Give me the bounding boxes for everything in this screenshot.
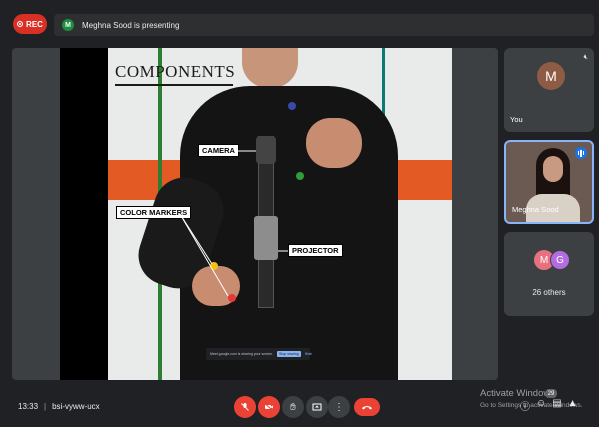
avatar: G [550, 250, 570, 270]
meeting-code[interactable]: bsi-vyww-ucx [52, 402, 100, 411]
raise-hand-button[interactable]: ✋︎ [282, 396, 304, 418]
avatar: M [537, 62, 565, 90]
recording-badge[interactable]: REC [13, 14, 47, 34]
top-bar: REC M Meghna Sood is presenting [0, 0, 599, 44]
camera-toggle-button[interactable] [258, 396, 280, 418]
camera-off-icon [264, 403, 273, 411]
record-icon [17, 21, 24, 27]
participant-tile-you[interactable]: M 🔇︎ You [504, 48, 594, 132]
more-options-icon: ⋮ [334, 401, 344, 413]
participant-tile-others[interactable]: M G 26 others [504, 232, 594, 316]
presenting-banner: M Meghna Sood is presenting [54, 14, 594, 36]
others-count-label: 26 others [532, 288, 566, 297]
more-options-button[interactable]: ⋮ [328, 396, 350, 418]
side-panel-icons: ⓘ ☺︎ ▤ ▲ [520, 398, 578, 413]
mic-off-icon [241, 403, 249, 411]
share-status-text: Meet.google.com is sharing your screen. [210, 352, 274, 356]
meeting-details: 13:33 | bsi-vyww-ucx [18, 402, 100, 411]
chat-icon[interactable]: ▤ [552, 398, 561, 413]
participant-count-badge: 29 [545, 389, 557, 398]
end-call-button[interactable] [354, 398, 380, 416]
mic-toggle-button[interactable] [234, 396, 256, 418]
present-icon [312, 403, 322, 411]
people-icon[interactable]: ☺︎ [536, 398, 546, 413]
activities-icon[interactable]: ▲ [568, 398, 578, 413]
separator: | [44, 402, 47, 411]
hide-share-bar-button[interactable]: Hide [305, 352, 312, 356]
participant-video-face [543, 156, 563, 182]
present-button[interactable] [306, 396, 328, 418]
screen-share-bar: Meet.google.com is sharing your screen. … [206, 348, 312, 360]
clock-time: 13:33 [18, 402, 39, 411]
end-call-icon [362, 406, 372, 410]
raise-hand-icon: ✋︎ [290, 401, 296, 413]
info-icon[interactable]: ⓘ [520, 398, 530, 413]
speaking-icon [575, 147, 587, 159]
stop-sharing-button[interactable]: Stop sharing [277, 351, 301, 357]
mic-off-icon: 🔇︎ [583, 54, 588, 61]
callout-leader-lines [179, 150, 288, 297]
presenting-text: Meghna Sood is presenting [82, 20, 180, 30]
participant-tile-meghna[interactable]: Meghna Sood [504, 140, 594, 224]
rec-label: REC [26, 19, 43, 29]
shared-screen: COMPONENTS CAMERA COLOR MARKERS PROJECTO… [60, 48, 452, 380]
participant-name: Meghna Sood [512, 205, 559, 214]
presenter-avatar: M [62, 19, 74, 31]
presentation-stage: COMPONENTS CAMERA COLOR MARKERS PROJECTO… [12, 48, 498, 380]
participant-name: You [510, 115, 523, 124]
